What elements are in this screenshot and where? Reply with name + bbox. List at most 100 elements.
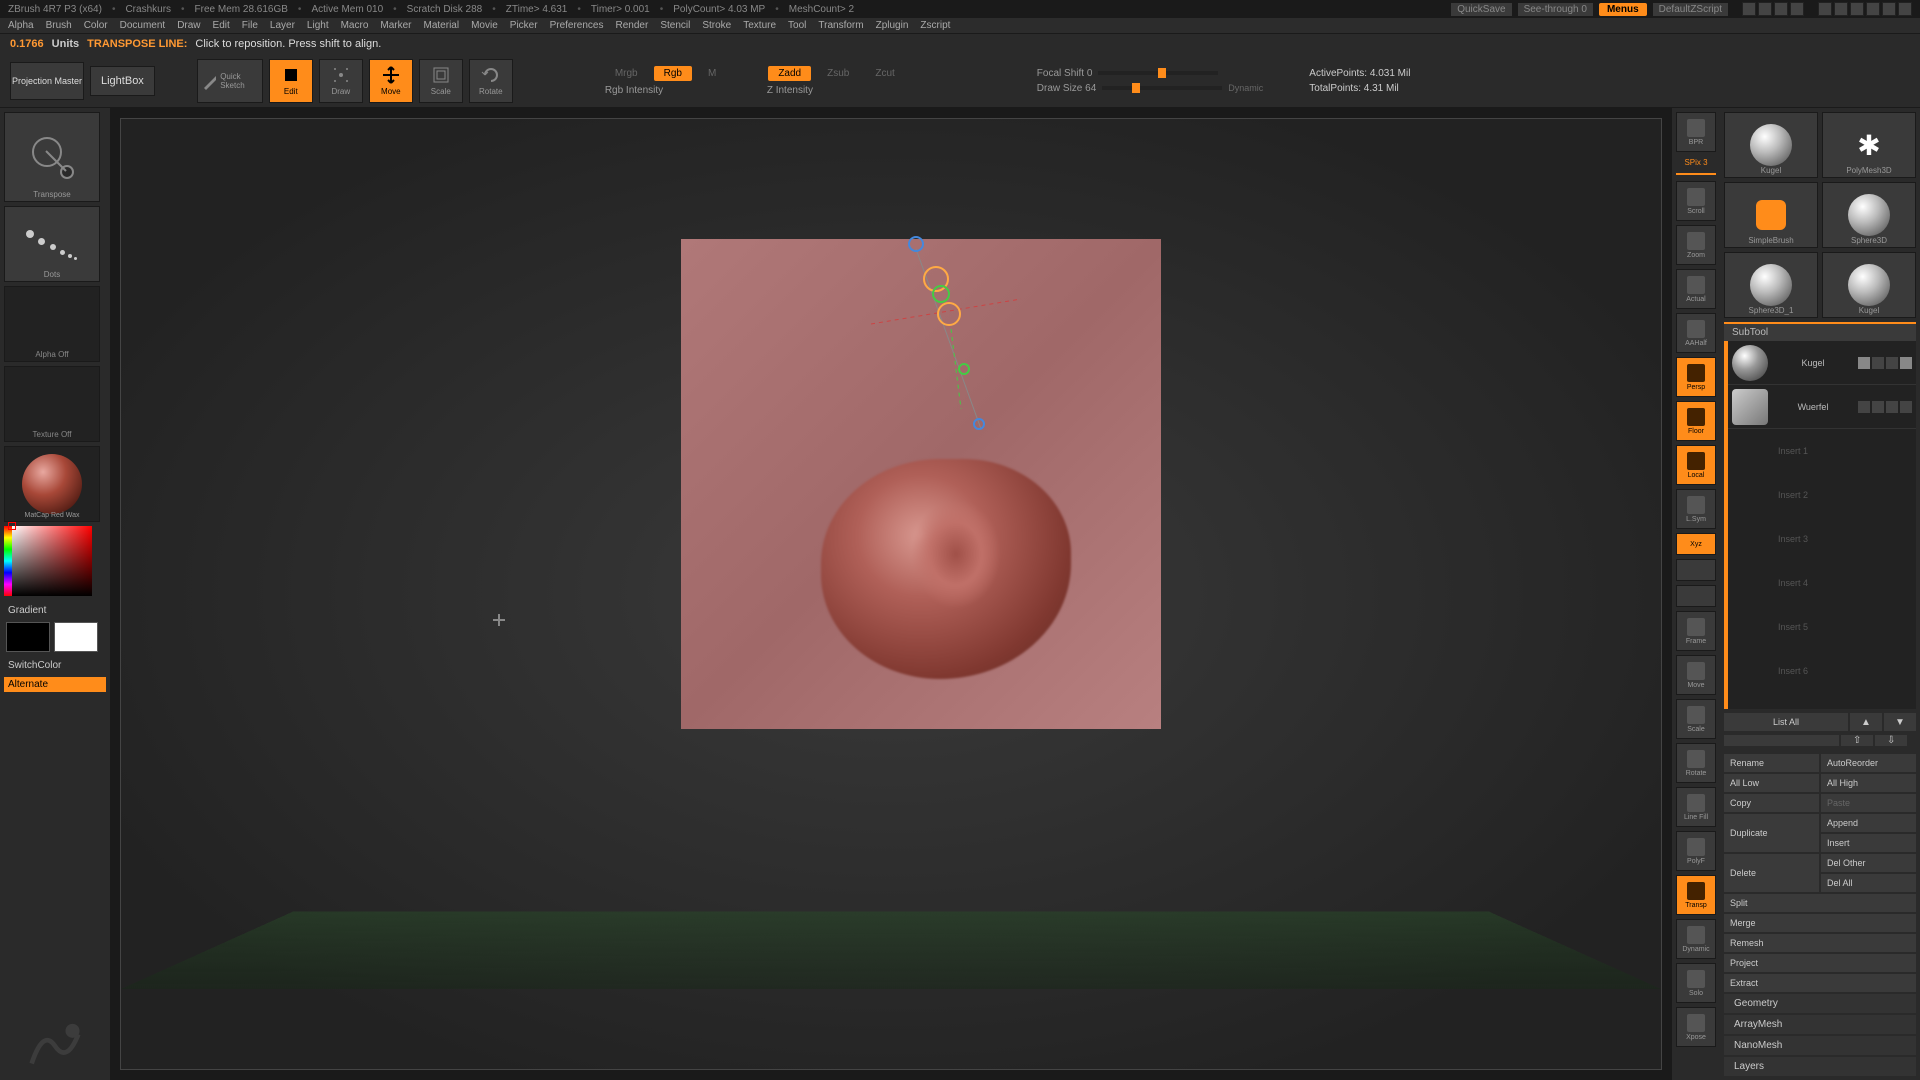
subtool-header[interactable]: SubTool — [1724, 322, 1916, 341]
layers-section[interactable]: Layers — [1724, 1057, 1916, 1076]
texture-slot[interactable]: Texture Off — [4, 366, 100, 442]
window-icon-2[interactable] — [1758, 2, 1772, 16]
menu-alpha[interactable]: Alpha — [8, 20, 34, 31]
menu-zscript[interactable]: Zscript — [920, 20, 950, 31]
subtool-kugel[interactable]: Kugel — [1728, 341, 1916, 385]
solo-button[interactable]: Solo — [1676, 963, 1716, 1003]
xyz-button[interactable]: Xyz — [1676, 533, 1716, 555]
del-all-button[interactable]: Del All — [1821, 874, 1916, 892]
window-icon-3[interactable] — [1774, 2, 1788, 16]
bpr-button[interactable]: BPR — [1676, 112, 1716, 152]
menu-macro[interactable]: Macro — [341, 20, 369, 31]
menu-document[interactable]: Document — [120, 20, 166, 31]
polyf-button[interactable]: PolyF — [1676, 831, 1716, 871]
tool-thumb-simplebrush[interactable]: SimpleBrush — [1724, 182, 1818, 248]
z-intensity-label[interactable]: Z Intensity — [767, 85, 877, 96]
zadd-toggle[interactable]: Zadd — [768, 66, 811, 81]
menu-light[interactable]: Light — [307, 20, 329, 31]
aahalf-button[interactable]: AAHalf — [1676, 313, 1716, 353]
menu-texture[interactable]: Texture — [743, 20, 776, 31]
paste-button[interactable]: Paste — [1821, 794, 1916, 812]
rgb-intensity-label[interactable]: Rgb Intensity — [605, 85, 715, 96]
gradient-label[interactable]: Gradient — [8, 605, 46, 616]
zoom-button[interactable]: Zoom — [1676, 225, 1716, 265]
up-arrow-icon[interactable]: ▲ — [1850, 713, 1882, 731]
all-low-button[interactable]: All Low — [1724, 774, 1819, 792]
autoreorder-button[interactable]: AutoReorder — [1821, 754, 1916, 772]
canvas-area[interactable] — [110, 108, 1672, 1080]
arraymesh-section[interactable]: ArrayMesh — [1724, 1015, 1916, 1034]
window-icon-4[interactable] — [1790, 2, 1804, 16]
dynamic-toggle[interactable]: Dynamic — [1228, 83, 1263, 93]
nav-move-button[interactable]: Move — [1676, 655, 1716, 695]
menus-button[interactable]: Menus — [1599, 3, 1647, 16]
nav-small-2[interactable] — [1676, 585, 1716, 607]
menu-zplugin[interactable]: Zplugin — [876, 20, 909, 31]
color-picker[interactable]: Gradient — [4, 526, 100, 616]
nav-scale-button[interactable]: Scale — [1676, 699, 1716, 739]
menu-movie[interactable]: Movie — [471, 20, 498, 31]
move-up-icon[interactable]: ⇧ — [1841, 735, 1873, 746]
m-toggle[interactable]: M — [698, 66, 726, 81]
material-preview[interactable]: MatCap Red Wax — [4, 446, 100, 522]
nav-small-1[interactable] — [1676, 559, 1716, 581]
dynamic-button[interactable]: Dynamic — [1676, 919, 1716, 959]
frame-button[interactable]: Frame — [1676, 611, 1716, 651]
quicksave-button[interactable]: QuickSave — [1451, 3, 1511, 16]
down-arrow-icon[interactable]: ⇩ — [1875, 735, 1907, 746]
eye-icon[interactable] — [1858, 357, 1870, 369]
local-button[interactable]: Local — [1676, 445, 1716, 485]
stroke-preview[interactable]: Dots — [4, 206, 100, 282]
xpose-button[interactable]: Xpose — [1676, 1007, 1716, 1047]
menu-marker[interactable]: Marker — [380, 20, 411, 31]
hue-strip[interactable] — [4, 526, 12, 596]
duplicate-button[interactable]: Duplicate — [1724, 814, 1819, 852]
close-icon[interactable] — [1898, 2, 1912, 16]
nanomesh-section[interactable]: NanoMesh — [1724, 1036, 1916, 1055]
menu-preferences[interactable]: Preferences — [550, 20, 604, 31]
move-button[interactable]: Move — [369, 59, 413, 103]
focal-shift-slider[interactable]: Focal Shift 0 — [1037, 68, 1093, 79]
menu-picker[interactable]: Picker — [510, 20, 538, 31]
menu-material[interactable]: Material — [424, 20, 460, 31]
tool-thumb-sphere3d[interactable]: Sphere3D — [1822, 182, 1916, 248]
lsym-button[interactable]: L.Sym — [1676, 489, 1716, 529]
merge-button[interactable]: Merge — [1724, 914, 1916, 932]
transp-button[interactable]: Transp — [1676, 875, 1716, 915]
del-other-button[interactable]: Del Other — [1821, 854, 1916, 872]
append-button[interactable]: Append — [1821, 814, 1916, 832]
switchcolor-button[interactable]: SwitchColor — [4, 658, 106, 673]
remesh-button[interactable]: Remesh — [1724, 934, 1916, 952]
floor-button[interactable]: Floor — [1676, 401, 1716, 441]
sv-box[interactable] — [12, 526, 92, 596]
menu-draw[interactable]: Draw — [177, 20, 200, 31]
tool-thumb-polymesh[interactable]: ✱PolyMesh3D — [1822, 112, 1916, 178]
all-high-button[interactable]: All High — [1821, 774, 1916, 792]
rgb-toggle[interactable]: Rgb — [654, 66, 692, 81]
menu-stencil[interactable]: Stencil — [660, 20, 690, 31]
insert-button[interactable]: Insert — [1821, 834, 1916, 852]
settings-icon[interactable] — [1866, 2, 1880, 16]
zcut-toggle[interactable]: Zcut — [865, 66, 904, 81]
restore-icon[interactable] — [1882, 2, 1896, 16]
persp-button[interactable]: Persp — [1676, 357, 1716, 397]
window-icon-1[interactable] — [1742, 2, 1756, 16]
visibility-icon[interactable] — [1900, 357, 1912, 369]
edit-button[interactable]: Edit — [269, 59, 313, 103]
default-script[interactable]: DefaultZScript — [1653, 3, 1728, 16]
menu-file[interactable]: File — [242, 20, 258, 31]
extract-button[interactable]: Extract — [1724, 974, 1916, 992]
menu-edit[interactable]: Edit — [213, 20, 230, 31]
minimize-icon[interactable] — [1834, 2, 1848, 16]
mrgb-toggle[interactable]: Mrgb — [605, 66, 648, 81]
rename-button[interactable]: Rename — [1724, 754, 1819, 772]
tool-thumb-sphere3d1[interactable]: Sphere3D_1 — [1724, 252, 1818, 318]
maximize-icon[interactable] — [1850, 2, 1864, 16]
menu-transform[interactable]: Transform — [818, 20, 863, 31]
rotate-button[interactable]: Rotate — [469, 59, 513, 103]
tool-thumb-kugel2[interactable]: Kugel — [1822, 252, 1916, 318]
spix-label[interactable]: SPix 3 — [1676, 158, 1716, 167]
menu-brush[interactable]: Brush — [46, 20, 72, 31]
menu-tool[interactable]: Tool — [788, 20, 806, 31]
projection-master-button[interactable]: Projection Master — [10, 62, 84, 100]
